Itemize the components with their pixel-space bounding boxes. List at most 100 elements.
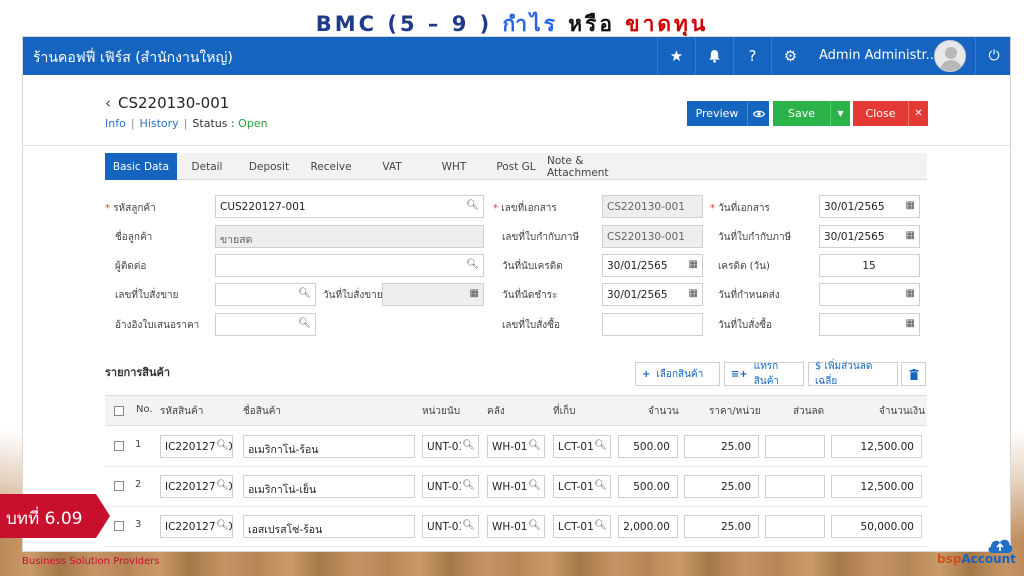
- unit-input[interactable]: UNT-01 🔍︎: [422, 435, 479, 458]
- tax-invoice-no-input[interactable]: CS220130-001: [602, 225, 703, 248]
- search-icon[interactable]: 🔍︎: [593, 480, 607, 491]
- calendar-icon[interactable]: ▦: [906, 200, 915, 211]
- product-code-input[interactable]: IC220127-002 🔍︎: [160, 475, 233, 498]
- search-icon[interactable]: 🔍︎: [466, 259, 479, 270]
- avatar[interactable]: [934, 40, 966, 72]
- amount-input[interactable]: 12,500.00: [831, 435, 922, 458]
- amount-input[interactable]: 50,000.00: [831, 515, 922, 538]
- user-name[interactable]: Admin Administr...: [819, 48, 938, 63]
- shop-name[interactable]: ร้านคอฟฟี่ เฟิร์ส (สำนักงานใหญ่): [33, 47, 233, 69]
- product-name-input[interactable]: เอสเปรสโซ่-ร้อน: [243, 515, 415, 538]
- product-code-input[interactable]: IC220127-002 🔍︎: [160, 435, 233, 458]
- contact-input[interactable]: 🔍︎: [215, 254, 484, 277]
- doc-no-label: * เลขที่เอกสาร: [493, 203, 557, 214]
- tab-note-attachment[interactable]: Note & Attachment: [547, 153, 647, 180]
- price-input[interactable]: 25.00: [684, 435, 759, 458]
- select-all-checkbox[interactable]: [114, 406, 124, 416]
- row-checkbox[interactable]: [114, 441, 124, 451]
- calendar-icon[interactable]: ▦: [689, 288, 698, 299]
- help-icon[interactable]: ?: [733, 37, 771, 75]
- search-icon[interactable]: 🔍︎: [461, 520, 475, 531]
- product-code-input[interactable]: IC220127-002 🔍︎: [160, 515, 233, 538]
- search-icon[interactable]: 🔍︎: [527, 440, 541, 451]
- star-icon[interactable]: ★: [657, 37, 695, 75]
- product-name-input[interactable]: อเมริกาโน่-เย็น: [243, 475, 415, 498]
- add-discount-button[interactable]: $ เพิ่มส่วนลดเฉลี่ย: [808, 361, 898, 387]
- product-name-input[interactable]: อเมริกาโน่-ร้อน: [243, 435, 415, 458]
- eye-icon[interactable]: [747, 101, 769, 126]
- search-icon[interactable]: 🔍︎: [527, 520, 541, 531]
- tax-invoice-date-input[interactable]: 30/01/2565 ▦: [819, 225, 920, 248]
- tab-receive[interactable]: Receive: [301, 153, 361, 180]
- close-icon[interactable]: ✕: [908, 101, 928, 126]
- calendar-icon[interactable]: ▦: [689, 259, 698, 270]
- power-icon[interactable]: ⏻: [975, 37, 1010, 75]
- tab-basic-data[interactable]: Basic Data: [105, 153, 177, 180]
- qty-input[interactable]: 500.00: [618, 435, 678, 458]
- search-icon[interactable]: 🔍︎: [215, 520, 229, 531]
- warehouse-input[interactable]: WH-01 🔍︎: [487, 515, 545, 538]
- customer-name-input[interactable]: ขายสด: [215, 225, 484, 248]
- delivery-date-input[interactable]: ▦: [819, 283, 920, 306]
- po-date-input[interactable]: ▦: [819, 313, 920, 336]
- search-icon[interactable]: 🔍︎: [461, 440, 475, 451]
- close-button[interactable]: Close ✕: [853, 101, 928, 126]
- bell-icon[interactable]: [695, 37, 733, 75]
- doc-no-input[interactable]: CS220130-001: [602, 195, 703, 218]
- discount-input[interactable]: [765, 515, 825, 538]
- qty-input[interactable]: 500.00: [618, 475, 678, 498]
- customer-code-input[interactable]: CUS220127-001 🔍︎: [215, 195, 484, 218]
- preview-button[interactable]: Preview: [687, 101, 769, 126]
- unit-input[interactable]: UNT-01 🔍︎: [422, 475, 479, 498]
- location-input[interactable]: LCT-01 🔍︎: [553, 515, 611, 538]
- discount-input[interactable]: [765, 435, 825, 458]
- search-icon[interactable]: 🔍︎: [298, 288, 311, 299]
- doc-date-input[interactable]: 30/01/2565 ▦: [819, 195, 920, 218]
- search-icon[interactable]: 🔍︎: [593, 520, 607, 531]
- search-icon[interactable]: 🔍︎: [527, 480, 541, 491]
- amount-input[interactable]: 12,500.00: [831, 475, 922, 498]
- search-icon[interactable]: 🔍︎: [461, 480, 475, 491]
- tab-vat[interactable]: VAT: [361, 153, 423, 180]
- due-date-input[interactable]: 30/01/2565 ▦: [602, 283, 703, 306]
- tab-wht[interactable]: WHT: [423, 153, 485, 180]
- price-input[interactable]: 25.00: [684, 515, 759, 538]
- search-icon[interactable]: 🔍︎: [298, 318, 311, 329]
- warehouse-input[interactable]: WH-01 🔍︎: [487, 475, 545, 498]
- save-button[interactable]: Save ▼: [773, 101, 850, 126]
- location-input[interactable]: LCT-01 🔍︎: [553, 435, 611, 458]
- row-checkbox[interactable]: [114, 481, 124, 491]
- price-input[interactable]: 25.00: [684, 475, 759, 498]
- tab-post-gl[interactable]: Post GL: [485, 153, 547, 180]
- po-no-input[interactable]: [602, 313, 703, 336]
- warehouse-input[interactable]: WH-01 🔍︎: [487, 435, 545, 458]
- search-icon[interactable]: 🔍︎: [215, 480, 229, 491]
- chevron-down-icon[interactable]: ▼: [830, 101, 850, 126]
- history-link[interactable]: History: [140, 117, 179, 130]
- row-checkbox[interactable]: [114, 521, 124, 531]
- select-product-button[interactable]: + เลือกสินค้า: [635, 362, 720, 386]
- search-icon[interactable]: 🔍︎: [466, 200, 479, 211]
- credit-days-input[interactable]: 15: [819, 254, 920, 277]
- qty-input[interactable]: 2,000.00: [618, 515, 678, 538]
- trash-icon[interactable]: [901, 362, 926, 386]
- location-input[interactable]: LCT-01 🔍︎: [553, 475, 611, 498]
- tab-detail[interactable]: Detail: [177, 153, 237, 180]
- calendar-icon[interactable]: ▦: [906, 288, 915, 299]
- search-icon[interactable]: 🔍︎: [593, 440, 607, 451]
- discount-input[interactable]: [765, 475, 825, 498]
- info-link[interactable]: Info: [105, 117, 126, 130]
- calendar-icon[interactable]: ▦: [906, 318, 915, 329]
- credit-start-input[interactable]: 30/01/2565 ▦: [602, 254, 703, 277]
- back-icon[interactable]: ‹: [105, 94, 111, 112]
- tab-deposit[interactable]: Deposit: [237, 153, 301, 180]
- insert-product-button[interactable]: ≡+ แทรกสินค้า: [724, 361, 804, 387]
- calendar-icon[interactable]: ▦: [906, 230, 915, 241]
- sales-order-date-input[interactable]: ▦: [382, 283, 484, 306]
- calendar-icon[interactable]: ▦: [470, 288, 479, 299]
- unit-input[interactable]: UNT-01 🔍︎: [422, 515, 479, 538]
- gear-icon[interactable]: ⚙: [771, 37, 809, 75]
- search-icon[interactable]: 🔍︎: [215, 440, 229, 451]
- sales-order-input[interactable]: 🔍︎: [215, 283, 316, 306]
- quotation-input[interactable]: 🔍︎: [215, 313, 316, 336]
